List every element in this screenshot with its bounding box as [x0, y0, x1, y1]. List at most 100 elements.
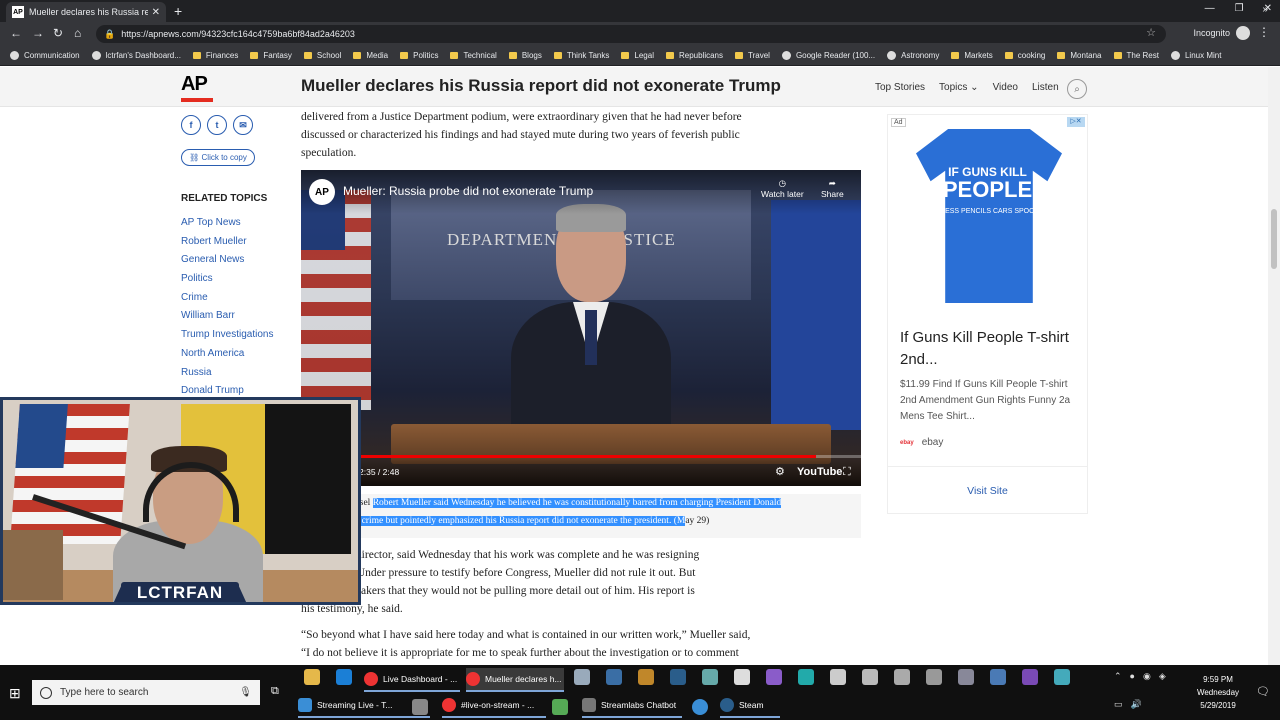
ad-image[interactable]: IF GUNS KILL PEOPLE I GUESS PENCILS CARS… [888, 115, 1087, 315]
microphone-icon[interactable]: 🎙 [239, 687, 252, 698]
address-bar[interactable]: 🔒 https://apnews.com/94323cfc164c4759ba6… [96, 25, 1166, 43]
app-icon[interactable] [606, 669, 622, 685]
page-scrollbar[interactable] [1268, 67, 1280, 665]
visit-site-button[interactable]: Visit Site [888, 485, 1087, 497]
nav-video[interactable]: Video [993, 82, 1018, 93]
taskbar-item-streaming-live[interactable]: Streaming Live - T... [298, 694, 430, 718]
fullscreen-icon[interactable]: ⛶ [843, 466, 851, 479]
bookmark-item[interactable]: Travel [735, 51, 770, 60]
app-icon[interactable] [552, 699, 568, 715]
related-topic-link[interactable]: Politics [181, 273, 273, 292]
taskbar-item-live-dashboard[interactable]: Live Dashboard - ... [364, 668, 460, 692]
video-share-button[interactable]: ➦ Share [821, 178, 844, 199]
bookmark-item[interactable]: Astronomy [887, 51, 939, 60]
copy-link-button[interactable]: ⛓ Click to copy [181, 149, 255, 166]
photos-icon[interactable] [734, 669, 750, 685]
taskbar-item-mueller[interactable]: Mueller declares h... [466, 668, 564, 692]
mail-icon[interactable] [862, 669, 878, 685]
app-icon[interactable] [638, 669, 654, 685]
incognito-indicator[interactable]: Incognito [1193, 26, 1250, 40]
taskbar-item-live-on-stream[interactable]: #live-on-stream - ... [442, 694, 546, 718]
minimize-button[interactable]: — [1205, 3, 1215, 14]
app-icon[interactable] [702, 669, 718, 685]
scrollbar-thumb[interactable] [1271, 209, 1277, 269]
nav-topics[interactable]: Topics ⌄ [939, 82, 979, 93]
app-icon[interactable] [692, 699, 708, 715]
chrome-menu-icon[interactable]: ⋮ [1258, 25, 1270, 39]
settings-gear-icon[interactable]: ⚙ [775, 465, 785, 478]
taskbar-item-streamlabs-chatbot[interactable]: Streamlabs Chatbot [582, 694, 682, 718]
taskbar-clock[interactable]: 9:59 PM Wednesday 5/29/2019 [1186, 673, 1250, 712]
bookmark-item[interactable]: Communication [10, 51, 80, 60]
bookmark-item[interactable]: Finances [192, 51, 238, 60]
forward-icon[interactable]: → [32, 26, 44, 40]
taskbar-item-steam[interactable]: Steam [720, 694, 780, 718]
ad-title[interactable]: If Guns Kill People T-shirt 2nd... [900, 327, 1080, 371]
bookmark-item[interactable]: Republicans [665, 51, 723, 60]
email-icon[interactable]: ✉ [233, 115, 253, 135]
bookmark-item[interactable]: Think Tanks [553, 51, 609, 60]
facebook-icon[interactable]: f [181, 115, 201, 135]
related-topic-link[interactable]: Crime [181, 292, 273, 311]
channel-logo[interactable]: AP [309, 179, 335, 205]
app-icon[interactable] [1022, 669, 1038, 685]
bookmark-item[interactable]: cooking [1004, 51, 1045, 60]
back-icon[interactable]: ← [10, 26, 22, 40]
bookmark-item[interactable]: Politics [400, 51, 438, 60]
bookmark-item[interactable]: Legal [621, 51, 654, 60]
related-topic-link[interactable]: General News [181, 254, 273, 273]
bookmark-item[interactable]: Media [353, 51, 388, 60]
app-icon[interactable] [574, 669, 590, 685]
taskbar-search[interactable]: Type here to search 🎙 [32, 680, 260, 705]
bookmark-item[interactable]: Montana [1057, 51, 1102, 60]
tray-icon[interactable]: ◈ [1159, 671, 1166, 682]
bookmarks-overflow-icon[interactable]: » [1262, 4, 1268, 15]
video-title[interactable]: Mueller: Russia probe did not exonerate … [343, 184, 593, 198]
bookmark-item[interactable]: Linux Mint [1170, 51, 1221, 60]
task-view-icon[interactable]: ⧉ [271, 685, 279, 698]
nav-listen[interactable]: Listen [1032, 82, 1059, 93]
search-icon[interactable]: ⌕ [1067, 79, 1087, 99]
youtube-logo[interactable]: YouTube [797, 466, 842, 478]
related-topic-link[interactable]: Russia [181, 367, 273, 386]
related-topic-link[interactable]: Trump Investigations [181, 329, 273, 348]
app-icon[interactable] [894, 669, 910, 685]
edge-icon[interactable] [336, 669, 352, 685]
reload-icon[interactable]: ↻ [53, 26, 63, 40]
app-icon[interactable] [766, 669, 782, 685]
bookmark-item[interactable]: School [303, 51, 341, 60]
network-icon[interactable]: ▭ [1114, 699, 1123, 710]
related-topic-link[interactable]: North America [181, 348, 273, 367]
ap-logo[interactable]: AP [181, 73, 208, 96]
app-icon[interactable] [798, 669, 814, 685]
notifications-icon[interactable]: 🗨 [1256, 685, 1270, 698]
tray-icon[interactable]: ● [1130, 671, 1135, 682]
settings-icon[interactable] [412, 699, 428, 715]
related-topic-link[interactable]: AP Top News [181, 217, 273, 236]
app-icon[interactable] [958, 669, 974, 685]
advertisement[interactable]: IF GUNS KILL PEOPLE I GUESS PENCILS CARS… [887, 114, 1088, 514]
twitter-icon[interactable]: t [207, 115, 227, 135]
app-icon[interactable] [926, 669, 942, 685]
file-explorer-icon[interactable] [304, 669, 320, 685]
new-tab-button[interactable]: + [174, 3, 182, 19]
restore-button[interactable]: ❐ [1235, 3, 1244, 14]
bookmark-item[interactable]: Fantasy [250, 51, 292, 60]
browser-tab[interactable]: AP Mueller declares his Russia report ✕ [6, 2, 166, 22]
adchoices-icon[interactable]: ▷✕ [1067, 117, 1085, 127]
nav-top-stories[interactable]: Top Stories [875, 82, 925, 93]
volume-icon[interactable]: 🔊 [1131, 699, 1142, 710]
bookmark-item[interactable]: Technical [450, 51, 497, 60]
bookmark-item[interactable]: Markets [951, 51, 993, 60]
video-player[interactable]: DEPARTMENT OF JUSTICE AP Mueller: Russia… [301, 170, 861, 486]
video-progress-bar[interactable] [301, 455, 861, 458]
bookmark-item[interactable]: lctrfan's Dashboard... [91, 51, 181, 60]
windows-start-icon[interactable]: ⊞ [9, 685, 21, 702]
bookmark-item[interactable]: The Rest [1113, 51, 1159, 60]
related-topic-link[interactable]: William Barr [181, 310, 273, 329]
related-topic-link[interactable]: Robert Mueller [181, 236, 273, 255]
bookmark-star-icon[interactable]: ☆ [1146, 26, 1156, 39]
app-icon[interactable] [990, 669, 1006, 685]
close-tab-icon[interactable]: ✕ [152, 7, 160, 18]
app-icon[interactable] [1054, 669, 1070, 685]
